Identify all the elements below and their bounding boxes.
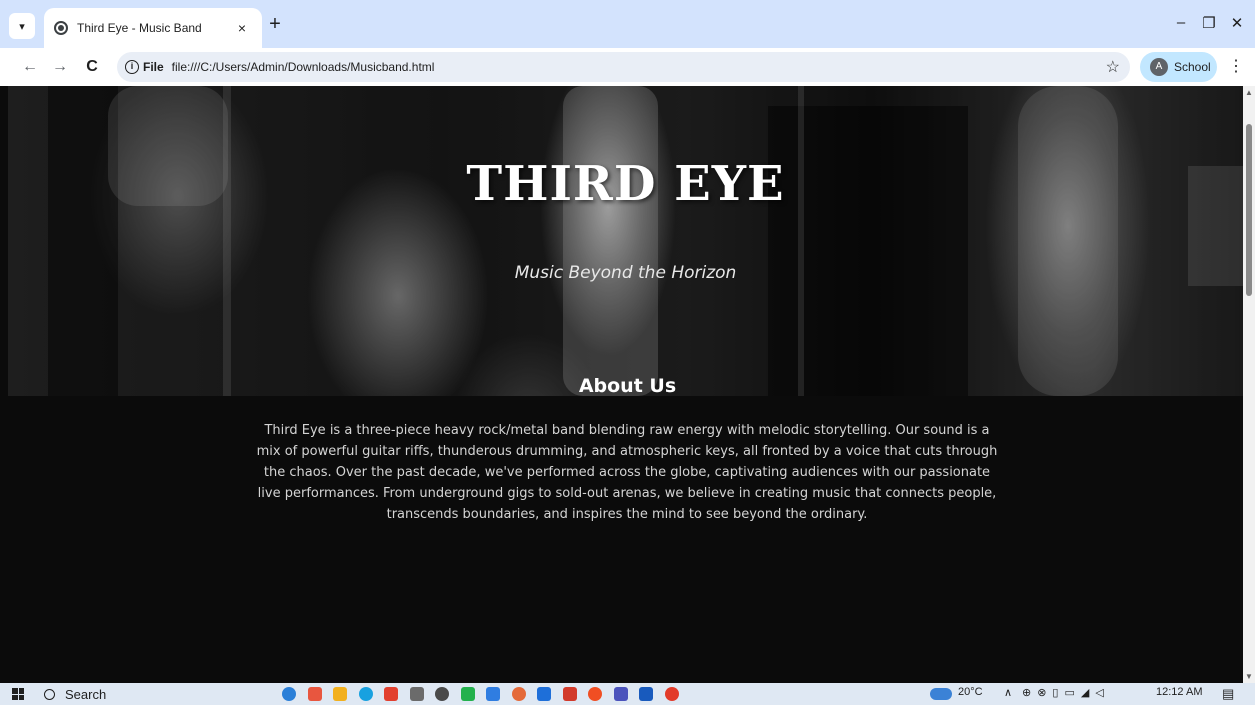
url-text[interactable]: file:///C:/Users/Admin/Downloads/Musicba…: [172, 60, 435, 74]
bookmark-star-icon[interactable]: ☆: [1106, 57, 1120, 77]
about-paragraph: Third Eye is a three-piece heavy rock/me…: [256, 423, 998, 522]
scroll-up-icon[interactable]: ▲: [1243, 88, 1255, 97]
profile-name: School: [1174, 60, 1211, 74]
taskbar-app-icon[interactable]: [384, 687, 398, 701]
taskbar-search[interactable]: Search: [44, 685, 106, 703]
temperature-text[interactable]: 20°C: [958, 686, 983, 698]
taskbar-app-icon[interactable]: [282, 687, 296, 701]
new-tab-button[interactable]: +: [264, 14, 286, 36]
taskbar-app-icon[interactable]: [333, 687, 347, 701]
taskbar-app-icon[interactable]: [511, 687, 526, 701]
tab-title: Third Eye - Music Band: [77, 21, 202, 35]
windows-taskbar: Search 20°C ∧ ⊕⊗▯▭◢◁ 12:12 AM ▤: [0, 683, 1255, 705]
address-bar[interactable]: i File file:///C:/Users/Admin/Downloads/…: [117, 52, 1130, 82]
browser-tab-strip: ▾ Third Eye - Music Band × + – ❐ ✕: [0, 0, 1255, 48]
info-icon[interactable]: i: [125, 60, 139, 74]
taskbar-app-icon[interactable]: [486, 687, 500, 701]
site-info-chip[interactable]: File: [143, 60, 164, 74]
search-icon: [44, 688, 55, 700]
taskbar-app-icon[interactable]: [588, 687, 602, 701]
weather-icon[interactable]: [930, 688, 952, 700]
band-tagline: Music Beyond the Horizon: [514, 263, 737, 283]
system-tray-icons[interactable]: ⊕⊗▯▭◢◁: [1022, 686, 1110, 699]
reload-button[interactable]: C: [82, 57, 102, 77]
tray-overflow-icon[interactable]: ∧: [1004, 686, 1012, 699]
clock-text[interactable]: 12:12 AM: [1156, 686, 1202, 698]
avatar: A: [1150, 58, 1168, 76]
back-button[interactable]: ←: [20, 57, 40, 77]
tab-search-chevron-icon[interactable]: ▾: [9, 13, 35, 39]
globe-icon: [54, 21, 68, 35]
page-scrollbar[interactable]: ▲ ▼: [1243, 86, 1255, 683]
active-tab[interactable]: Third Eye - Music Band ×: [44, 8, 262, 48]
tab-close-icon[interactable]: ×: [232, 20, 252, 36]
taskbar-app-icon[interactable]: [409, 687, 424, 701]
band-title: THIRD EYE: [466, 156, 785, 212]
restore-button[interactable]: ❐: [1198, 14, 1220, 32]
taskbar-app-icon[interactable]: [562, 687, 577, 701]
taskbar-app-icon[interactable]: [613, 687, 628, 701]
close-window-button[interactable]: ✕: [1226, 14, 1248, 32]
taskbar-app-icon[interactable]: [358, 687, 373, 701]
taskbar-app-icon[interactable]: [435, 687, 449, 701]
forward-button[interactable]: →: [50, 57, 70, 77]
minimize-button[interactable]: –: [1170, 14, 1192, 31]
notifications-icon[interactable]: ▤: [1222, 686, 1234, 702]
hero-overlay: [8, 86, 1243, 396]
taskbar-app-icon[interactable]: [307, 687, 322, 701]
scroll-thumb[interactable]: [1246, 124, 1252, 296]
taskbar-app-icon[interactable]: [664, 687, 679, 701]
hero-banner: THIRD EYE Music Beyond the Horizon: [8, 86, 1243, 396]
profile-button[interactable]: A School: [1140, 52, 1217, 82]
taskbar-app-icon[interactable]: [639, 687, 653, 701]
taskbar-app-icon[interactable]: [460, 687, 475, 701]
scroll-down-icon[interactable]: ▼: [1243, 672, 1255, 681]
taskbar-search-label: Search: [65, 686, 107, 702]
about-heading: About Us: [578, 375, 677, 397]
more-menu-icon[interactable]: ⋮: [1228, 56, 1244, 76]
taskbar-app-icon[interactable]: [537, 687, 551, 701]
browser-toolbar: ← → C i File file:///C:/Users/Admin/Down…: [0, 48, 1255, 86]
windows-start-icon[interactable]: [12, 688, 24, 700]
